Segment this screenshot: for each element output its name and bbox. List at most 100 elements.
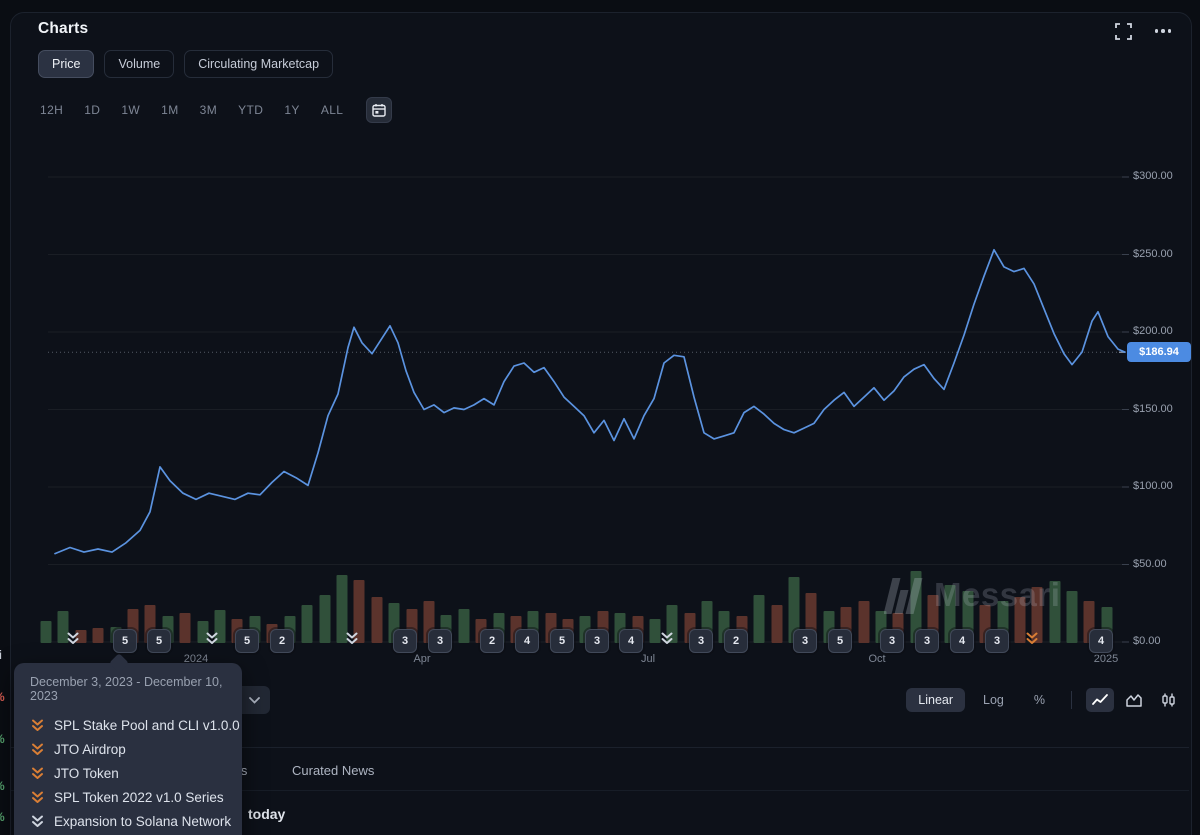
y-axis-label: $300.00 [1133,170,1173,182]
time-range-1w[interactable]: 1W [121,103,140,117]
fullscreen-icon[interactable] [1112,20,1134,42]
orange-double-chevron-icon [30,790,45,805]
time-range-1d[interactable]: 1D [84,103,100,117]
candlestick-chart-button[interactable] [1154,688,1182,712]
chevron-down-icon [249,697,260,704]
double-chevron-down-icon [66,631,81,646]
light-double-chevron-icon [30,814,45,829]
time-range-1y[interactable]: 1Y [284,103,299,117]
calendar-icon [372,103,386,117]
event-count-marker[interactable]: 2 [724,629,748,653]
double-chevron-down-icon [30,742,45,757]
event-count-marker[interactable]: 2 [270,629,294,653]
event-count-marker[interactable]: 5 [235,629,259,653]
double-chevron-down-icon [30,814,45,829]
event-count-marker[interactable]: 3 [915,629,939,653]
event-chevron-marker[interactable] [205,631,220,651]
tooltip-event-label: Expansion to Solana Network [54,814,231,829]
tooltip-event-item[interactable]: Expansion to Solana Network [30,809,226,833]
scale-log-button[interactable]: Log [971,688,1016,712]
chart-metric-tabs: Price Volume Circulating Marketcap [38,50,333,78]
scale-linear-button[interactable]: Linear [906,688,965,712]
tooltip-event-item[interactable]: SPL Stake Pool and CLI v1.0.0 [30,713,226,737]
events-today-heading-fragment: today [248,806,285,822]
event-count-marker[interactable]: 3 [880,629,904,653]
tooltip-event-label: JTO Token [54,766,119,781]
tooltip-event-label: SPL Token 2022 v1.0 Series [54,790,224,805]
card-header-actions [1112,20,1174,42]
event-chevron-marker[interactable] [66,631,81,651]
tooltip-date-range: December 3, 2023 - December 10, 2023 [30,675,226,703]
tooltip-event-item[interactable]: JTO Token [30,761,226,785]
event-count-marker[interactable]: 2 [480,629,504,653]
tab-price[interactable]: Price [38,50,94,78]
event-count-marker[interactable]: 5 [550,629,574,653]
more-menu-icon[interactable] [1152,20,1174,42]
tooltip-event-label: SPL Stake Pool and CLI v1.0.0 [54,718,240,733]
tab-volume[interactable]: Volume [104,50,174,78]
double-chevron-down-icon [1025,631,1040,646]
page-title: Charts [38,20,88,38]
page: Charts PriceVolumeCirculating Marketcap … [0,0,1200,835]
event-count-marker[interactable]: 3 [689,629,713,653]
controls-divider [1071,691,1072,709]
event-chevron-marker[interactable] [1025,631,1040,651]
double-chevron-down-icon [660,631,675,646]
double-chevron-down-icon [30,766,45,781]
time-range-row: 12H 1D 1W 1M 3M YTD 1Y ALL [40,97,392,123]
event-chevron-marker[interactable] [660,631,675,651]
y-axis-label: $250.00 [1133,248,1173,260]
event-count-marker[interactable]: 3 [428,629,452,653]
x-axis-label: Apr [413,653,430,665]
y-axis-label: $0.00 [1133,635,1161,647]
event-count-marker[interactable]: 3 [985,629,1009,653]
occluded-text-fragment: % [0,810,5,824]
time-range-12h[interactable]: 12H [40,103,63,117]
double-chevron-down-icon [30,718,45,733]
time-range-1m[interactable]: 1M [161,103,178,117]
messari-logo-icon [884,576,924,614]
orange-double-chevron-icon [30,742,45,757]
messari-watermark: Messari [884,576,1060,614]
occluded-text-fragment: % [0,690,5,704]
event-chevron-marker[interactable] [345,631,360,651]
calendar-button[interactable] [366,97,392,123]
occluded-text-fragment: ri [0,648,2,662]
event-count-marker[interactable]: 5 [147,629,171,653]
candlestick-chart-icon [1161,693,1176,707]
occluded-text-fragment: % [0,732,5,746]
x-axis-label: 2025 [1094,653,1118,665]
y-axis-label: $50.00 [1133,558,1167,570]
x-axis-label: Oct [868,653,885,665]
orange-double-chevron-icon [30,766,45,781]
tab-circulating-marketcap[interactable]: Circulating Marketcap [184,50,333,78]
event-count-marker[interactable]: 4 [619,629,643,653]
y-axis-label: $200.00 [1133,325,1173,337]
area-chart-icon [1126,694,1142,707]
event-count-marker[interactable]: 4 [515,629,539,653]
event-count-marker[interactable]: 4 [950,629,974,653]
occluded-text-fragment: % [0,779,5,793]
events-tooltip: December 3, 2023 - December 10, 2023 SPL… [14,663,242,835]
time-range-ytd[interactable]: YTD [238,103,263,117]
tab-curated-news[interactable]: Curated News [292,763,374,778]
area-chart-button[interactable] [1120,688,1148,712]
tooltip-event-item[interactable]: JTO Airdrop [30,737,226,761]
event-count-marker[interactable]: 5 [828,629,852,653]
double-chevron-down-icon [345,631,360,646]
line-chart-button[interactable] [1086,688,1114,712]
event-count-marker[interactable]: 3 [393,629,417,653]
scale-percent-button[interactable]: % [1022,688,1057,712]
double-chevron-down-icon [205,631,220,646]
event-count-marker[interactable]: 5 [113,629,137,653]
time-range-all[interactable]: ALL [321,103,344,117]
tooltip-event-item[interactable]: SPL Token 2022 v1.0 Series [30,785,226,809]
tooltip-event-label: JTO Airdrop [54,742,126,757]
event-count-marker[interactable]: 3 [585,629,609,653]
current-price-badge: $186.94 [1127,342,1191,362]
event-count-marker[interactable]: 3 [793,629,817,653]
line-chart-icon [1092,694,1108,706]
time-range-3m[interactable]: 3M [200,103,217,117]
y-axis-label: $150.00 [1133,403,1173,415]
event-count-marker[interactable]: 4 [1089,629,1113,653]
